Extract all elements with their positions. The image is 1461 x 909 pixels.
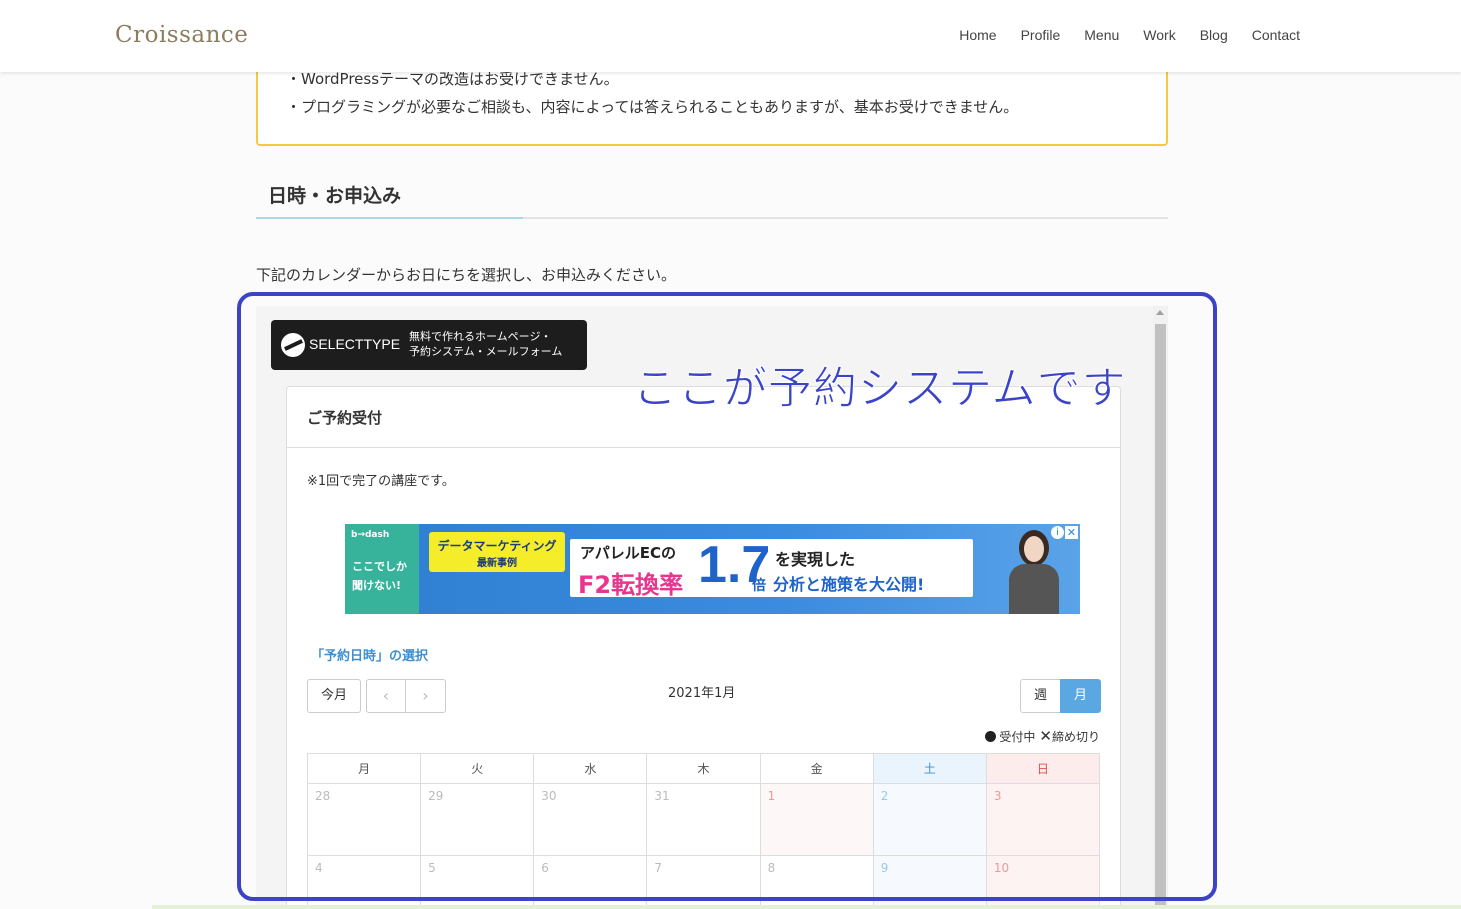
main-nav: Home Profile Menu Work Blog Contact: [935, 27, 1300, 43]
site-header: Croissance Home Profile Menu Work Blog C…: [0, 0, 1461, 72]
nav-profile[interactable]: Profile: [1021, 27, 1061, 43]
nav-contact[interactable]: Contact: [1252, 27, 1300, 43]
site-logo[interactable]: Croissance: [115, 22, 248, 48]
section-divider-accent: [256, 217, 523, 219]
section-intro: 下記のカレンダーからお日にちを選択し、お申込みください。: [256, 266, 677, 284]
nav-menu[interactable]: Menu: [1084, 27, 1119, 43]
page-bottom-strip: [152, 905, 1461, 909]
section-title: 日時・お申込み: [268, 185, 402, 207]
nav-home[interactable]: Home: [959, 27, 996, 43]
nav-work[interactable]: Work: [1143, 27, 1175, 43]
notice-line: ・プログラミングが必要なご相談も、内容によっては答えられることもありますが、基本…: [286, 98, 1019, 116]
annotation-text: ここが予約システムです: [633, 363, 1127, 415]
nav-blog[interactable]: Blog: [1200, 27, 1228, 43]
